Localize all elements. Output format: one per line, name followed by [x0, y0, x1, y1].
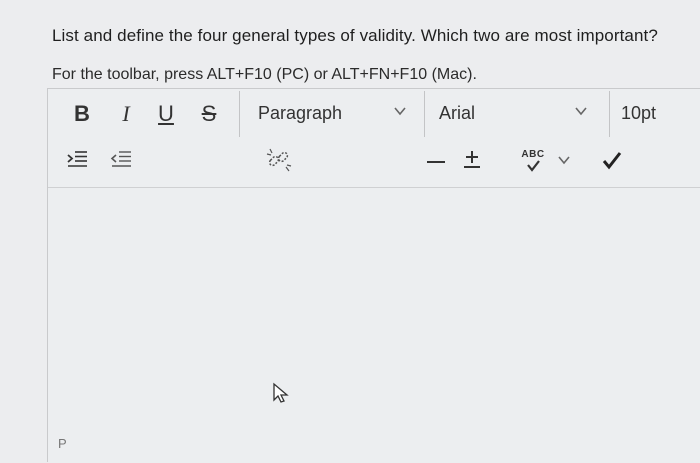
- toolbar-row-2: x2 x2 >¶ ¶<: [48, 137, 700, 222]
- special-character-button[interactable]: [460, 147, 484, 173]
- editor-content-area[interactable]: P: [48, 187, 700, 463]
- spellcheck-label: ABC: [521, 149, 545, 160]
- horizontal-line-icon: [427, 161, 445, 163]
- chevron-down-icon: [392, 103, 408, 119]
- bold-button[interactable]: B: [70, 98, 94, 130]
- spellcheck-button[interactable]: ABC: [518, 147, 548, 175]
- outdent-icon: [110, 151, 131, 167]
- horizontal-line-button[interactable]: [424, 151, 448, 171]
- paragraph-select[interactable]: Paragraph: [240, 89, 424, 137]
- italic-button[interactable]: I: [116, 98, 136, 130]
- indent-icon: [67, 151, 87, 167]
- plus-minus-icon: [464, 151, 480, 168]
- paragraph-select-label: Paragraph: [258, 103, 343, 123]
- strikethrough-button[interactable]: S: [198, 98, 220, 130]
- font-family-select-label: Arial: [439, 103, 476, 123]
- underline-button[interactable]: U: [155, 98, 177, 130]
- font-size-select-label: 10pt: [621, 103, 657, 123]
- equation-button[interactable]: [600, 149, 624, 171]
- chevron-down-icon: [573, 103, 589, 119]
- element-path: P: [58, 436, 67, 451]
- spellcheck-icon: [527, 160, 540, 172]
- checkmark-icon: [602, 152, 622, 170]
- toolbar-hint: For the toolbar, press ALT+F10 (PC) or A…: [52, 66, 477, 83]
- font-family-select[interactable]: Arial: [425, 89, 609, 137]
- indent-button[interactable]: [66, 147, 88, 171]
- rich-text-editor: B I U S Paragraph Arial 10pt ABC P: [47, 88, 700, 463]
- chevron-down-icon: [558, 156, 570, 165]
- outdent-button[interactable]: [110, 147, 132, 171]
- remove-link-button[interactable]: [264, 145, 294, 175]
- unlink-icon: [266, 148, 292, 172]
- spellcheck-dropdown[interactable]: [556, 152, 572, 168]
- mouse-cursor-icon: [272, 382, 290, 404]
- font-size-select[interactable]: 10pt: [610, 89, 700, 137]
- question-text: List and define the four general types o…: [52, 26, 658, 45]
- toolbar-row-1: B I U S Paragraph Arial 10pt: [48, 89, 700, 137]
